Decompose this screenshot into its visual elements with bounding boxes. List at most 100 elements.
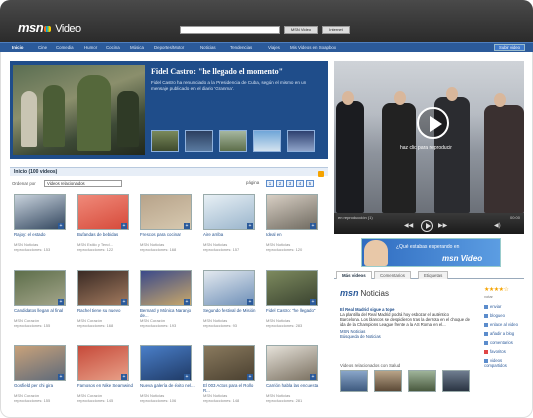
add-to-playlist-icon[interactable]: +	[121, 223, 127, 229]
page-4[interactable]: 4	[296, 180, 304, 187]
video-title[interactable]: Bernard y Mónica Naranjo de...	[140, 308, 196, 318]
video-tile[interactable]: + Carrión habla las encuesta MSN Noticias r…	[266, 345, 322, 415]
rating-stars[interactable]: ★★★★☆	[484, 286, 509, 293]
featured-image[interactable]	[13, 65, 145, 155]
video-title[interactable]: Frescos para cocinar	[140, 232, 196, 237]
video-title[interactable]: Carrión habla las encuesta	[266, 383, 322, 388]
nav-humor[interactable]: Humor	[84, 45, 97, 50]
video-tile[interactable]: + Gosfield per chi gira MSN Corazón reprodu…	[14, 345, 70, 415]
add-to-playlist-icon[interactable]: +	[58, 223, 64, 229]
related-thumb[interactable]	[442, 370, 470, 392]
nav-cine[interactable]: Cine	[38, 45, 47, 50]
rss-icon[interactable]	[318, 171, 324, 177]
nav-soapbox[interactable]: Mis Videos en Soapbox	[290, 45, 336, 50]
video-tile[interactable]: + Bernard y Mónica Naranjo de... MSN Coraz…	[140, 270, 196, 340]
ad-banner[interactable]: ¿Qué estabas esperando en msn Video	[361, 238, 501, 267]
add-to-playlist-icon[interactable]: +	[184, 223, 190, 229]
action-send[interactable]: enviar	[484, 304, 501, 309]
action-comments[interactable]: comentarios	[484, 340, 513, 345]
video-tile[interactable]: + Aire arriba MSN Noticias reproducciones: …	[203, 194, 259, 264]
nav-cocina[interactable]: Cocina	[106, 45, 120, 50]
action-favorites[interactable]: favoritos	[484, 349, 506, 354]
featured-thumb[interactable]	[287, 130, 315, 152]
video-tile[interactable]: + Famosos en Nike Seamwind MSN Corazón repr…	[77, 345, 133, 415]
add-to-playlist-icon[interactable]: +	[121, 299, 127, 305]
news-search-link[interactable]: Búsqueda de Noticias	[340, 334, 470, 339]
related-thumb[interactable]	[374, 370, 402, 392]
video-title[interactable]: Fidel Castro: "he llegado"	[266, 308, 322, 313]
add-to-playlist-icon[interactable]: +	[184, 299, 190, 305]
tab-comments[interactable]: Comentarios	[374, 271, 411, 279]
nav-deportes[interactable]: Deportes/Motor	[154, 45, 184, 50]
nav-inicio[interactable]: Inicio	[12, 45, 23, 50]
add-to-playlist-icon[interactable]: +	[247, 374, 253, 380]
featured-title[interactable]: Fidel Castro: "he llegado el momento"	[151, 67, 283, 76]
video-title[interactable]: Nueva galería de éxito nel...	[140, 383, 196, 388]
add-to-playlist-icon[interactable]: +	[310, 374, 316, 380]
play-overlay-icon[interactable]	[417, 107, 449, 139]
search-video-button[interactable]: MSN Video	[284, 26, 318, 34]
video-player[interactable]: haz clic para reproducir en reproducción…	[334, 61, 524, 234]
msn-logo[interactable]: msn Video	[18, 20, 81, 35]
page-5[interactable]: 5	[306, 180, 314, 187]
add-to-playlist-icon[interactable]: +	[247, 299, 253, 305]
video-tile[interactable]: + Nueva galería de éxito nel... MSN Notici…	[140, 345, 196, 415]
volume-icon[interactable]: ◀)	[494, 223, 501, 229]
nav-viajes[interactable]: Viajes	[268, 45, 280, 50]
featured-thumb[interactable]	[185, 130, 213, 152]
add-to-playlist-icon[interactable]: +	[184, 374, 190, 380]
play-button-icon[interactable]	[421, 220, 433, 232]
video-title[interactable]: Rachel tiene su nuevo	[77, 308, 133, 313]
action-blog[interactable]: blogueo	[484, 313, 505, 318]
action-shared[interactable]: videos compartidos	[484, 358, 526, 368]
add-to-playlist-icon[interactable]: +	[58, 374, 64, 380]
page-3[interactable]: 3	[286, 180, 294, 187]
video-tile[interactable]: + El 003 Actos para el Rollo R... MSN Noti…	[203, 345, 259, 415]
search-web-button[interactable]: Internet	[322, 26, 350, 34]
video-tile[interactable]: + Segundo festival de Misión MSN Noticias r…	[203, 270, 259, 340]
add-to-playlist-icon[interactable]: +	[310, 223, 316, 229]
nav-musica[interactable]: Música	[130, 45, 144, 50]
video-title[interactable]: Segundo festival de Misión	[203, 308, 259, 313]
forward-icon[interactable]: ▶▶	[438, 223, 447, 229]
featured-story[interactable]: Fidel Castro: "he llegado el momento" Fi…	[10, 61, 328, 159]
action-link[interactable]: enlace al video	[484, 322, 518, 327]
upload-video-button[interactable]: Subir video	[494, 44, 525, 51]
search-input[interactable]	[180, 26, 280, 34]
video-tile[interactable]: + Candidatos llegan al final MSN Corazón re…	[14, 270, 70, 340]
related-thumb[interactable]	[340, 370, 368, 392]
video-frame[interactable]: haz clic para reproducir	[334, 61, 524, 213]
nav-tendencias[interactable]: Tendencias	[230, 45, 252, 50]
nav-comedia[interactable]: Comedia	[56, 45, 74, 50]
related-thumb[interactable]	[408, 370, 436, 392]
video-tile[interactable]: + Rachel tiene su nuevo MSN Corazón reprodu…	[77, 270, 133, 340]
video-title[interactable]: Candidatos llegan al final	[14, 308, 70, 313]
video-title[interactable]: Famosos en Nike Seamwind	[77, 383, 133, 388]
tab-more-videos[interactable]: Más videos	[336, 271, 372, 279]
video-title[interactable]: Bufandas de bebidas	[77, 232, 133, 237]
video-title[interactable]: Rajoy: el estado	[14, 232, 70, 237]
add-to-playlist-icon[interactable]: +	[58, 299, 64, 305]
add-to-playlist-icon[interactable]: +	[310, 299, 316, 305]
page-1[interactable]: 1	[266, 180, 274, 187]
featured-thumb[interactable]	[151, 130, 179, 152]
add-to-playlist-icon[interactable]: +	[247, 223, 253, 229]
page-2[interactable]: 2	[276, 180, 284, 187]
nav-noticias[interactable]: Noticias	[200, 45, 216, 50]
video-tile[interactable]: + Frescos para cocinar MSN Noticias reprodu…	[140, 194, 196, 264]
featured-thumb[interactable]	[253, 130, 281, 152]
tab-tags[interactable]: Etiquetas	[418, 271, 449, 279]
video-title[interactable]: Gosfield per chi gira	[14, 383, 70, 388]
video-tile[interactable]: + Ideal en MSN Noticias reproducciones: 120	[266, 194, 322, 264]
featured-thumb[interactable]	[219, 130, 247, 152]
sort-select[interactable]: Videos relacionados	[44, 180, 122, 187]
video-title[interactable]: Ideal en	[266, 232, 322, 237]
rewind-icon[interactable]: ◀◀	[404, 223, 413, 229]
video-tile[interactable]: + Bufandas de bebidas MSN Estilo y Tend...…	[77, 194, 133, 264]
action-add-blog[interactable]: añadir a blog	[484, 331, 514, 336]
video-title[interactable]: Aire arriba	[203, 232, 259, 237]
video-tile[interactable]: + Fidel Castro: "he llegado" MSN Noticias r…	[266, 270, 322, 340]
video-title[interactable]: El 003 Actos para el Rollo R...	[203, 383, 259, 393]
video-tile[interactable]: + Rajoy: el estado MSN Noticias reproduccio…	[14, 194, 70, 264]
add-to-playlist-icon[interactable]: +	[121, 374, 127, 380]
